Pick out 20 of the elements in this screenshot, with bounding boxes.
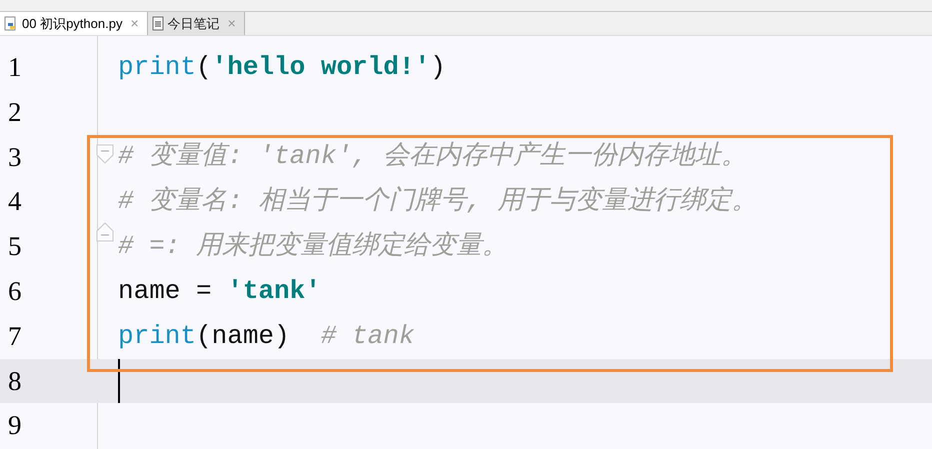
code-line: # =: 用来把变量值绑定给变量。 [118, 230, 508, 264]
line-number: 8 [8, 364, 22, 398]
code-line: print(name) # tank [118, 320, 414, 353]
line-number: 2 [8, 96, 22, 129]
python-file-icon [4, 16, 18, 32]
code-line: name = 'tank' [118, 274, 321, 308]
line-number: 1 [8, 51, 22, 84]
file-tab[interactable]: 00 初识python.py × [0, 12, 148, 35]
file-tab[interactable]: 今日笔记 × [148, 12, 245, 35]
line-number: 5 [8, 230, 22, 264]
text-cursor [118, 358, 120, 403]
code-line: # 变量值: 'tank', 会在内存中产生一份内存地址。 [118, 140, 748, 174]
line-number: 4 [8, 185, 22, 218]
line-number: 9 [8, 409, 22, 442]
line-number: 6 [8, 274, 22, 308]
code-line: print('hello world!') [118, 50, 446, 84]
code-line: # 变量名: 相当于一个门牌号, 用于与变量进行绑定。 [118, 185, 758, 218]
document-icon [152, 16, 164, 31]
line-number: 3 [8, 140, 22, 174]
line-number: 7 [8, 320, 22, 353]
